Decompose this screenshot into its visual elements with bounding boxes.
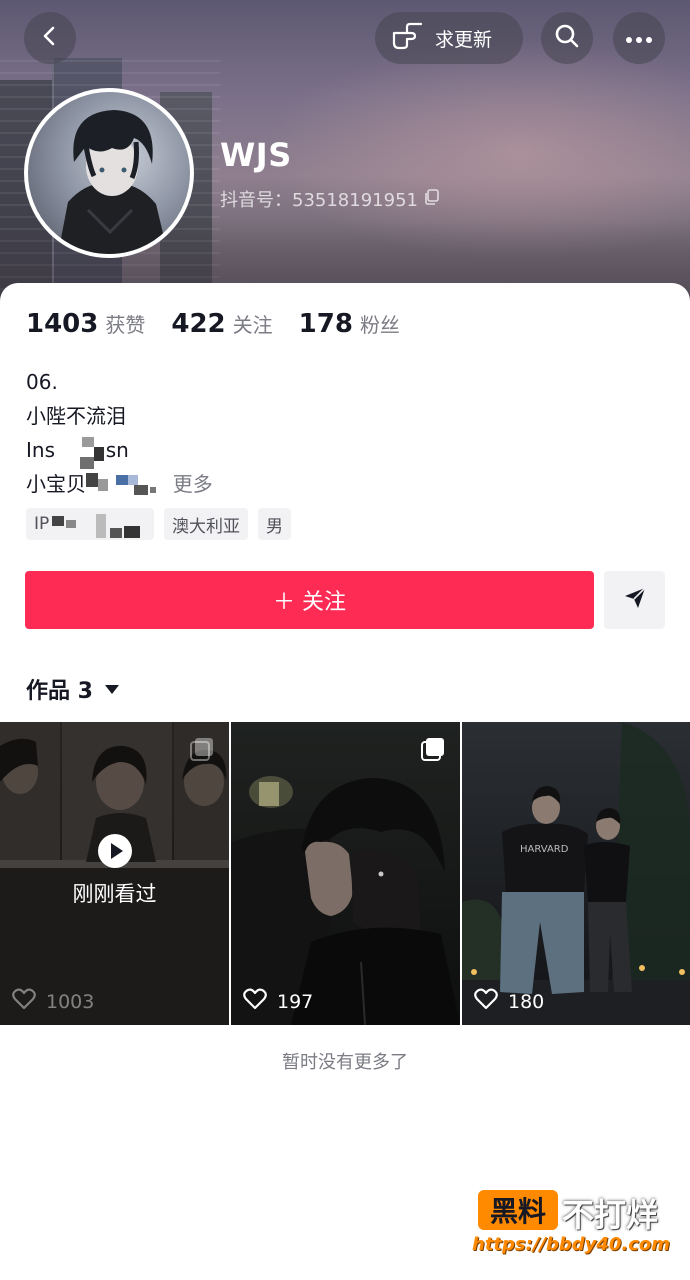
back-button[interactable] [24,12,76,64]
bio: 06. 小陛不流泪 Ins sn 小宝贝 更多 [26,365,213,501]
heart-outline-icon [243,988,267,1015]
redaction-mosaic [52,512,152,547]
bio-line: 小陛不流泪 [26,404,126,428]
multi-photo-icon [189,736,215,766]
stat-followers[interactable]: 178 粉丝 [299,309,400,339]
works-tab-label: 作品 3 [26,679,93,704]
like-count: 180 [474,988,544,1015]
bio-text: Ins [26,438,55,462]
request-update-button[interactable]: 求更新 [375,12,523,64]
ip-location-tag: IP [26,508,154,540]
stat-value: 1403 [26,309,99,339]
multi-photo-icon [420,736,446,766]
stat-label: 关注 [232,313,273,337]
search-icon [554,23,580,53]
gender-tag: 男 [258,508,291,540]
follow-button[interactable]: ＋ 关注 [25,571,594,629]
works-grid: 刚刚看过 1003 197 HARVARD 180 [0,722,690,1025]
bio-more-link[interactable]: 更多 [173,472,213,496]
like-count: 1003 [12,988,94,1015]
stat-value: 422 [171,309,226,339]
watermark-badge: 黑料 [478,1190,558,1230]
location-tag: 澳大利亚 [164,508,248,540]
request-update-label: 求更新 [435,28,493,51]
douyin-id[interactable]: 抖音号：53518191951 [220,186,440,212]
heart-outline-icon [474,988,498,1015]
like-count-value: 180 [508,990,545,1013]
tab-works[interactable]: 作品 3 [26,673,119,705]
svg-text:HARVARD: HARVARD [520,844,569,855]
more-dots-icon [625,29,653,48]
copy-icon[interactable] [424,188,440,210]
heart-outline-icon [12,988,36,1015]
play-icon [97,834,132,868]
stat-likes[interactable]: 1403 获赞 [26,309,145,339]
send-icon [622,585,648,615]
chevron-left-icon [38,24,62,52]
bio-line: 小宝贝 更多 [26,467,213,501]
ip-label: IP [34,514,50,534]
profile-card: 1403 获赞 422 关注 178 粉丝 06. 小陛不流泪 Ins sn 小… [0,283,690,1280]
recently-viewed-label: 刚刚看过 [72,882,157,906]
site-watermark: 黑料 不打烊 https://bbdy40.com [472,1188,682,1268]
share-button[interactable] [604,571,665,629]
douyin-id-text: 抖音号：53518191951 [220,190,418,211]
video-thumbnail[interactable]: 刚刚看过 1003 [0,722,229,1025]
stat-label: 粉丝 [359,313,400,337]
bio-line: Ins sn [26,433,213,491]
more-options-button[interactable] [613,12,665,64]
end-of-list-text: 暂时没有更多了 [282,1052,408,1073]
bio-line: 06. [26,370,58,394]
stats-row: 1403 获赞 422 关注 178 粉丝 [26,309,426,339]
pointing-hand-icon [391,21,425,55]
like-count-value: 197 [277,990,314,1013]
stat-label: 获赞 [105,313,146,337]
like-count-value: 1003 [46,990,95,1013]
watermark-url: https://bbdy40.com [472,1234,671,1255]
bio-text: 小宝贝 [26,472,86,496]
stat-value: 178 [298,309,353,339]
caret-down-icon [104,684,119,694]
recently-viewed-overlay: 刚刚看过 [0,834,229,908]
avatar[interactable] [24,88,194,258]
username: WJS [220,136,292,174]
video-thumbnail[interactable]: 197 [231,722,460,1025]
like-count: 197 [243,988,313,1015]
redaction-mosaic [116,473,160,507]
tag-row: IP 澳大利亚 男 [26,508,291,540]
watermark-text: 不打烊 [562,1196,659,1234]
video-thumbnail[interactable]: HARVARD 180 [462,722,690,1025]
search-button[interactable] [541,12,593,64]
stat-following[interactable]: 422 关注 [171,309,272,339]
